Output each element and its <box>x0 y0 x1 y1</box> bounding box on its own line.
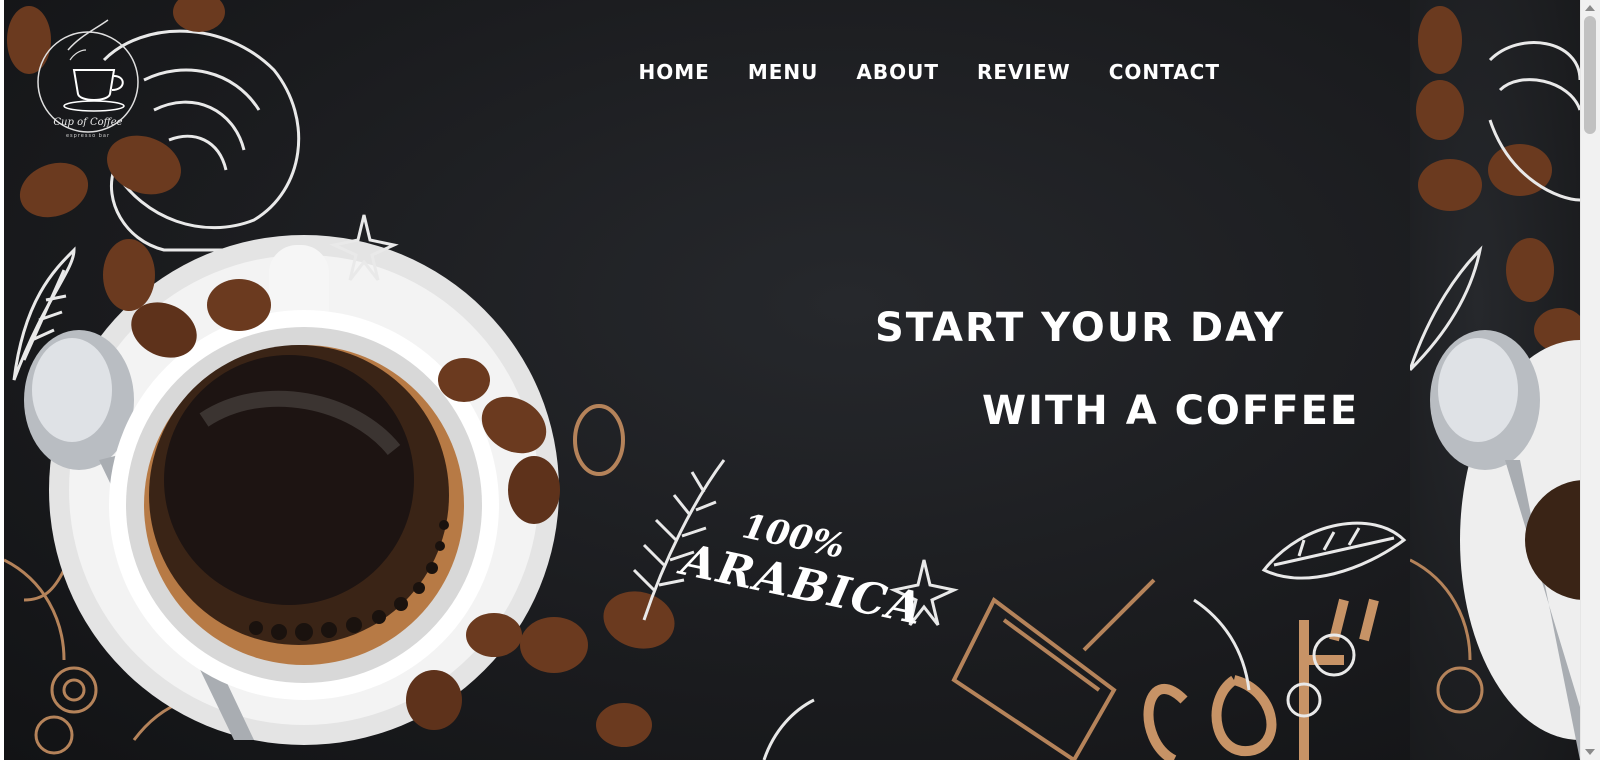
hero-background-repeat <box>1410 0 1580 760</box>
nav-menu[interactable]: MENU <box>748 60 819 84</box>
page: Cup of Coffee espresso bar HOME MENU ABO… <box>0 0 1600 760</box>
brand-name: Cup of Coffee <box>53 117 123 128</box>
nav-about[interactable]: ABOUT <box>856 60 939 84</box>
main-nav: HOME MENU ABOUT REVIEW CONTACT <box>639 60 1221 84</box>
nav-review[interactable]: REVIEW <box>977 60 1071 84</box>
scroll-up-arrow-icon[interactable] <box>1585 5 1595 11</box>
coffee-illustration <box>4 0 1407 760</box>
hero-headline-line2: WITH A COFFEE <box>982 388 1360 434</box>
hero-section: Cup of Coffee espresso bar HOME MENU ABO… <box>4 0 1410 760</box>
scroll-down-arrow-icon[interactable] <box>1585 749 1595 755</box>
scrollbar-thumb[interactable] <box>1584 16 1596 134</box>
brand-tagline: espresso bar <box>65 133 111 139</box>
coffee-illustration-repeat <box>1410 6 1580 760</box>
iced-coffee-sketch-icon <box>951 578 1156 760</box>
nav-contact[interactable]: CONTACT <box>1109 60 1220 84</box>
coffee-lettering-sketch <box>1143 598 1379 760</box>
hero-headline-line1: START YOUR DAY <box>875 305 1286 351</box>
nav-home[interactable]: HOME <box>639 60 710 84</box>
